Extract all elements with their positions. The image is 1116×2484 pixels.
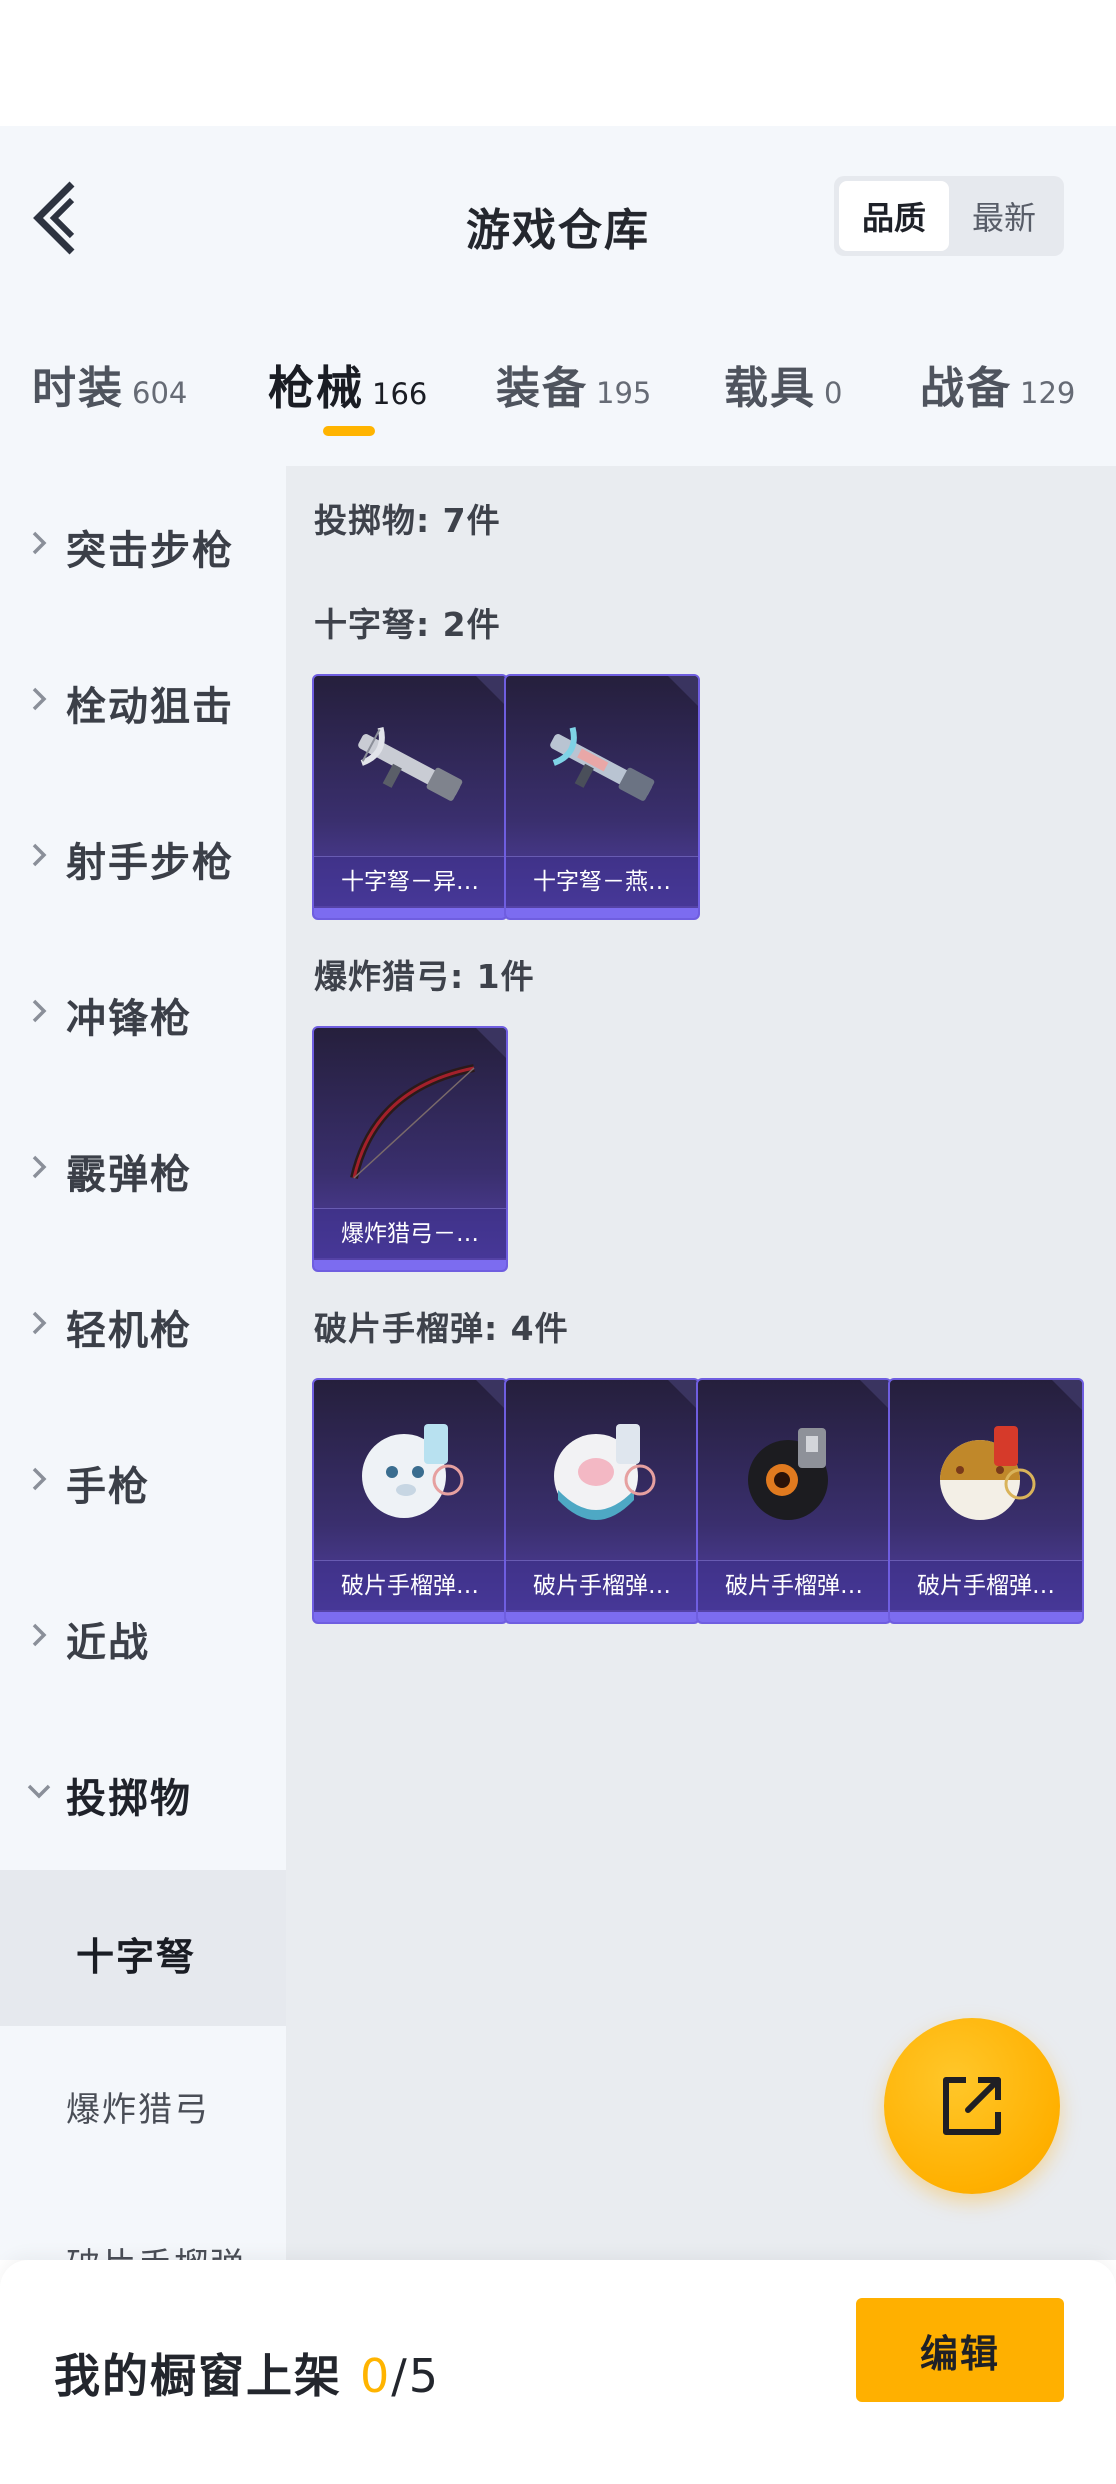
item-name: 爆炸猎弓－… — [314, 1208, 506, 1258]
tab-count: 0 — [824, 376, 843, 410]
sidebar-item-shotgun[interactable]: 霰弹枪 — [0, 1090, 286, 1246]
item-card[interactable]: 破片手榴弹… — [888, 1378, 1084, 1624]
rarity-bar — [506, 908, 698, 918]
item-card[interactable]: 爆炸猎弓－… — [312, 1026, 508, 1272]
sidebar-item-melee[interactable]: 近战 — [0, 1558, 286, 1714]
item-card[interactable]: 十字弩－燕… — [504, 674, 700, 920]
rarity-bar — [314, 908, 506, 918]
showcase-label: 我的橱窗上架 — [54, 2349, 342, 2403]
grenade-icon — [748, 1428, 828, 1520]
chevron-right-icon — [24, 1308, 54, 1338]
rarity-bar — [506, 1612, 698, 1622]
category-summary: 投掷物: 7件 — [314, 501, 501, 540]
sidebar-item-label: 冲锋枪 — [66, 996, 192, 1042]
item-name: 十字弩－异… — [314, 856, 506, 906]
grenade-icon — [362, 1424, 464, 1518]
item-card[interactable]: 破片手榴弹… — [696, 1378, 892, 1624]
crossbow-icon — [550, 726, 655, 801]
tab-label: 枪械 — [268, 361, 364, 415]
item-name: 破片手榴弹… — [314, 1560, 506, 1610]
sidebar-subitem-frag-grenade[interactable]: 破片手榴弹 — [0, 2182, 286, 2260]
chevron-right-icon — [24, 684, 54, 714]
sidebar-item-label: 投掷物 — [66, 1776, 192, 1822]
sidebar-item-label: 手枪 — [66, 1464, 150, 1510]
chevron-right-icon — [24, 1152, 54, 1182]
sidebar-item-lmg[interactable]: 轻机枪 — [0, 1246, 286, 1402]
bow-icon — [350, 1064, 475, 1179]
tab-equipment[interactable]: 装备 195 — [496, 352, 651, 416]
sidebar: 突击步枪 栓动狙击 射手步枪 冲锋枪 霰弹枪 轻机枪 手枪 近战 投掷物 十字弩… — [0, 466, 286, 2260]
sidebar-item-smg[interactable]: 冲锋枪 — [0, 934, 286, 1090]
tab-tactical[interactable]: 战备 129 — [920, 352, 1075, 416]
edit-button[interactable]: 编辑 — [856, 2298, 1064, 2402]
sidebar-item-pistol[interactable]: 手枪 — [0, 1402, 286, 1558]
tab-label: 战备 — [920, 363, 1012, 414]
sidebar-item-label: 近战 — [66, 1620, 150, 1666]
tab-count: 129 — [1020, 376, 1076, 410]
item-name: 十字弩－燕… — [506, 856, 698, 906]
chevron-right-icon — [24, 1464, 54, 1494]
chevron-right-icon — [24, 1620, 54, 1650]
chevron-right-icon — [24, 996, 54, 1026]
item-name: 破片手榴弹… — [506, 1560, 698, 1610]
crossbow-icon — [358, 726, 463, 801]
sidebar-subitem-label: 十字弩 — [76, 1935, 197, 1979]
showcase-total-count: /5 — [391, 2349, 441, 2403]
rarity-bar — [314, 1260, 506, 1270]
sidebar-item-label: 轻机枪 — [66, 1308, 192, 1354]
tab-count: 166 — [372, 377, 428, 411]
sidebar-subitem-label: 破片手榴弹 — [66, 2238, 246, 2260]
sidebar-item-label: 栓动狙击 — [66, 684, 234, 730]
sidebar-item-marksman-rifle[interactable]: 射手步枪 — [0, 778, 286, 934]
grenade-icon — [554, 1424, 656, 1520]
header: 游戏仓库 品质 最新 — [0, 126, 1116, 310]
tab-label: 装备 — [496, 363, 588, 414]
sidebar-item-label: 霰弹枪 — [66, 1152, 192, 1198]
sidebar-item-assault-rifle[interactable]: 突击步枪 — [0, 466, 286, 622]
tab-outfits[interactable]: 时装 604 — [32, 352, 187, 416]
item-card[interactable]: 十字弩－异… — [312, 674, 508, 920]
group-title-frag-grenade: 破片手榴弹: 4件 — [314, 1309, 569, 1348]
share-button[interactable] — [884, 2018, 1060, 2194]
tab-count: 604 — [132, 376, 188, 410]
sidebar-item-label: 突击步枪 — [66, 528, 234, 574]
status-bar — [0, 0, 1116, 126]
sort-option-quality[interactable]: 品质 — [839, 181, 949, 251]
group-title-crossbow: 十字弩: 2件 — [314, 605, 501, 644]
share-external-icon — [943, 2077, 1001, 2135]
rarity-bar — [698, 1612, 890, 1622]
sidebar-item-bolt-sniper[interactable]: 栓动狙击 — [0, 622, 286, 778]
item-grid: 投掷物: 7件 十字弩: 2件 十字弩－异… 十字弩－燕… 爆炸猎弓: 1件 爆… — [286, 466, 1116, 2260]
chevron-right-icon — [24, 840, 54, 870]
rarity-bar — [314, 1612, 506, 1622]
showcase-status: 我的橱窗上架 0/5 — [54, 2340, 440, 2406]
chevron-right-icon — [24, 528, 54, 558]
tab-label: 时装 — [32, 363, 124, 414]
active-tab-indicator — [323, 426, 375, 436]
tab-vehicles[interactable]: 载具 0 — [724, 352, 842, 416]
sidebar-subitem-explosive-bow[interactable]: 爆炸猎弓 — [0, 2026, 286, 2182]
tab-count: 195 — [596, 376, 652, 410]
sort-option-newest[interactable]: 最新 — [949, 181, 1059, 251]
sidebar-item-label: 射手步枪 — [66, 840, 234, 886]
showcase-current-count: 0 — [360, 2349, 392, 2403]
tab-label: 载具 — [724, 363, 816, 414]
rarity-bar — [890, 1612, 1082, 1622]
chevron-down-icon — [24, 1776, 54, 1806]
sidebar-item-throwables[interactable]: 投掷物 — [0, 1714, 286, 1870]
item-card[interactable]: 破片手榴弹… — [312, 1378, 508, 1624]
category-tabs: 时装 604 枪械 166 装备 195 载具 0 战备 129 — [0, 310, 1116, 466]
group-title-explosive-bow: 爆炸猎弓: 1件 — [314, 957, 535, 996]
item-card[interactable]: 破片手榴弹… — [504, 1378, 700, 1624]
tab-firearms[interactable]: 枪械 166 — [268, 352, 427, 418]
item-name: 破片手榴弹… — [698, 1560, 890, 1610]
sort-toggle: 品质 最新 — [834, 176, 1064, 256]
bottom-bar: 我的橱窗上架 0/5 编辑 — [0, 2260, 1116, 2484]
sidebar-subitem-label: 爆炸猎弓 — [66, 2090, 210, 2130]
grenade-icon — [940, 1426, 1036, 1520]
item-name: 破片手榴弹… — [890, 1560, 1082, 1610]
sidebar-subitem-crossbow[interactable]: 十字弩 — [0, 1870, 286, 2026]
